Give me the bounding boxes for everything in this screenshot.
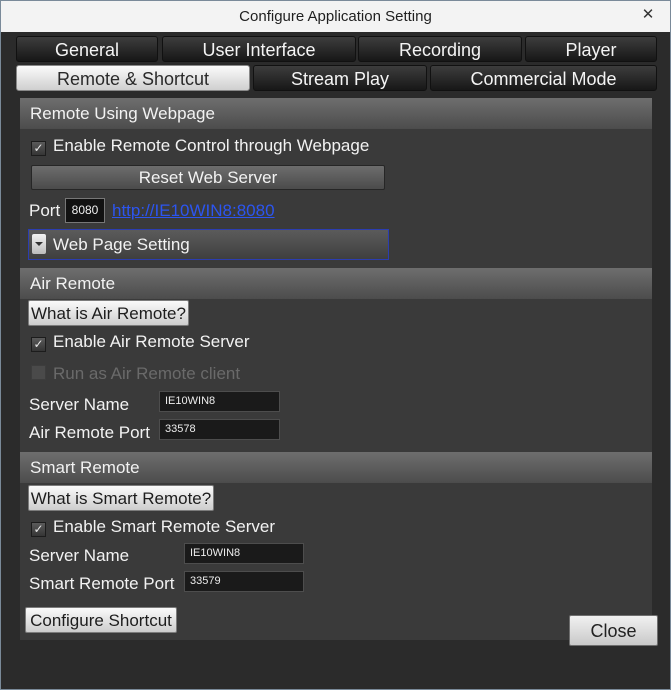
close-icon[interactable]: ✕ — [640, 7, 656, 23]
air-remote-port-input[interactable]: 33578 — [159, 419, 280, 440]
run-as-air-client-label: Run as Air Remote client — [53, 364, 241, 383]
chevron-down-icon — [35, 242, 43, 246]
section-header-smart-remote: Smart Remote — [20, 452, 652, 483]
section-header-webpage: Remote Using Webpage — [20, 98, 652, 129]
air-remote-port-label: Air Remote Port — [29, 423, 150, 442]
enable-smart-remote-checkbox[interactable]: ✓ Enable Smart Remote Server — [31, 517, 275, 537]
tab-stream-play[interactable]: Stream Play — [253, 65, 427, 91]
checkbox-unchecked-icon[interactable] — [31, 365, 46, 380]
air-server-name-input[interactable]: IE10WIN8 — [159, 391, 280, 412]
web-page-setting-label: Web Page Setting — [53, 235, 190, 254]
air-server-name-label: Server Name — [29, 395, 130, 414]
smart-remote-port-input[interactable]: 33579 — [184, 571, 304, 592]
enable-air-remote-label: Enable Air Remote Server — [53, 332, 250, 351]
reset-web-server-button[interactable]: Reset Web Server — [31, 165, 385, 190]
tab-remote-shortcut[interactable]: Remote & Shortcut — [16, 65, 250, 91]
run-as-air-client-checkbox[interactable]: Run as Air Remote client — [31, 364, 240, 384]
web-page-setting-expander[interactable]: Web Page Setting — [28, 229, 389, 260]
enable-webpage-remote-checkbox[interactable]: ✓ Enable Remote Control through Webpage — [31, 136, 369, 156]
smart-server-name-input[interactable]: IE10WIN8 — [184, 543, 304, 564]
tab-general[interactable]: General — [16, 36, 158, 62]
tab-user-interface[interactable]: User Interface — [162, 36, 356, 62]
checkbox-checked-icon[interactable]: ✓ — [31, 337, 46, 352]
smart-remote-port-label: Smart Remote Port — [29, 574, 175, 593]
window-title: Configure Application Setting — [239, 8, 432, 25]
tab-commercial-mode[interactable]: Commercial Mode — [430, 65, 657, 91]
expand-toggle[interactable] — [32, 234, 46, 254]
enable-smart-remote-label: Enable Smart Remote Server — [53, 517, 276, 536]
configure-shortcut-button[interactable]: Configure Shortcut — [25, 607, 177, 633]
checkbox-checked-icon[interactable]: ✓ — [31, 522, 46, 537]
settings-window: Configure Application Setting ✕ General … — [0, 0, 671, 690]
webpage-port-input[interactable]: 8080 — [65, 198, 105, 223]
webpage-url-text[interactable]: http://IE10WIN8:8080 — [112, 201, 275, 220]
section-header-air-remote: Air Remote — [20, 268, 652, 299]
tab-player[interactable]: Player — [525, 36, 657, 62]
checkbox-checked-icon[interactable]: ✓ — [31, 141, 46, 156]
what-is-smart-remote-button[interactable]: What is Smart Remote? — [28, 485, 214, 511]
smart-server-name-label: Server Name — [29, 546, 130, 565]
what-is-air-remote-button[interactable]: What is Air Remote? — [28, 300, 189, 326]
enable-webpage-remote-label: Enable Remote Control through Webpage — [53, 136, 370, 155]
enable-air-remote-checkbox[interactable]: ✓ Enable Air Remote Server — [31, 332, 250, 352]
close-button[interactable]: Close — [569, 615, 658, 646]
webpage-url-link[interactable]: http://IE10WIN8:8080 — [112, 201, 275, 221]
dialog-body: General User Interface Recording Player … — [1, 32, 670, 689]
title-bar: Configure Application Setting ✕ — [1, 1, 670, 33]
port-label: Port — [29, 201, 61, 220]
tab-recording[interactable]: Recording — [358, 36, 522, 62]
